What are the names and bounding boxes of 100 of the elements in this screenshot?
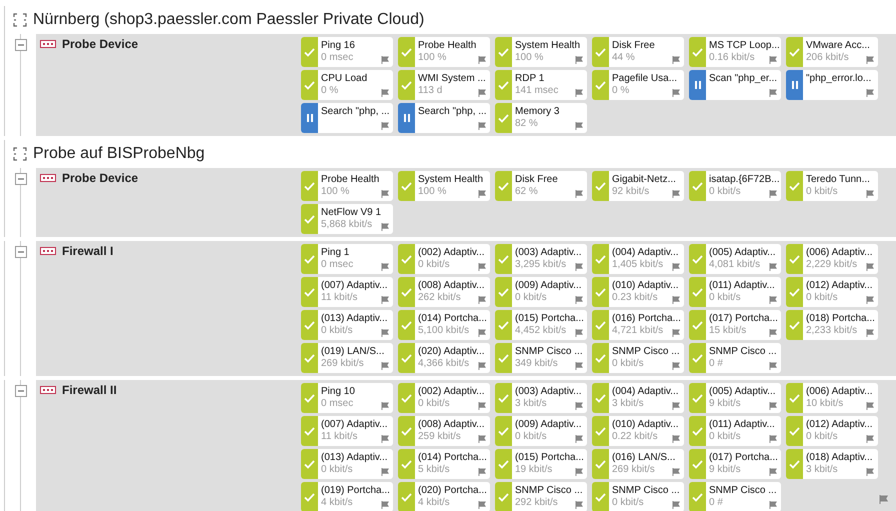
flag-icon[interactable] [575,468,584,476]
flag-icon[interactable] [575,56,584,64]
sensor-tile[interactable]: (006) Adaptiv... 10 kbit/s [786,383,878,413]
sensor-tile[interactable]: (018) Portcha... 2,233 kbit/s [786,310,878,340]
sensor-tile[interactable]: (007) Adaptiv... 11 kbit/s [301,416,393,446]
flag-icon[interactable] [381,56,390,64]
sensor-tile[interactable]: System Health 100 % [398,171,490,201]
sensor-tile[interactable]: (013) Adaptiv... 0 kbit/s [301,310,393,340]
sensor-tile[interactable]: Gigabit-Netz... 92 kbit/s [592,171,684,201]
sensor-tile[interactable]: (002) Adaptiv... 0 kbit/s [398,383,490,413]
sensor-tile[interactable]: (006) Adaptiv... 2,229 kbit/s [786,244,878,274]
flag-icon[interactable] [866,468,875,476]
sensor-tile[interactable]: Ping 1 0 msec [301,244,393,274]
sensor-tile[interactable]: SNMP Cisco ... 0 kbit/s [592,343,684,373]
flag-icon[interactable] [769,362,778,370]
flag-icon[interactable] [672,296,681,304]
sensor-tile[interactable]: SNMP Cisco ... 0 kbit/s [592,482,684,511]
flag-icon[interactable] [866,296,875,304]
sensor-tile[interactable]: System Health 100 % [495,37,587,67]
sensor-tile[interactable]: Ping 16 0 msec [301,37,393,67]
flag-icon[interactable] [866,56,875,64]
flag-icon[interactable] [478,501,487,509]
sensor-tile[interactable]: RDP 1 141 msec [495,70,587,100]
sensor-tile[interactable]: (011) Adaptiv... 0 kbit/s [689,277,781,307]
sensor-tile[interactable]: (016) Portcha... 4,721 kbit/s [592,310,684,340]
flag-icon[interactable] [672,263,681,271]
collapse-icon[interactable] [14,39,26,51]
sensor-tile[interactable]: VMware Acc... 206 kbit/s [786,37,878,67]
flag-icon[interactable] [478,468,487,476]
flag-icon[interactable] [866,435,875,443]
flag-icon[interactable] [381,501,390,509]
flag-icon[interactable] [672,362,681,370]
sensor-tile[interactable]: (007) Adaptiv... 11 kbit/s [301,277,393,307]
flag-icon[interactable] [478,122,487,130]
flag-icon[interactable] [672,435,681,443]
flag-icon[interactable] [381,122,390,130]
sensor-tile[interactable]: (010) Adaptiv... 0.23 kbit/s [592,277,684,307]
flag-icon[interactable] [672,402,681,410]
device-name[interactable]: Firewall II [62,383,117,397]
sensor-tile[interactable]: SNMP Cisco ... 0 # [689,343,781,373]
flag-icon[interactable] [672,329,681,337]
flag-icon[interactable] [575,501,584,509]
sensor-tile[interactable]: (016) LAN/S... 269 kbit/s [592,449,684,479]
sensor-tile[interactable]: SNMP Cisco ... 292 kbit/s [495,482,587,511]
flag-icon[interactable] [478,89,487,97]
flag-icon[interactable] [381,402,390,410]
flag-icon[interactable] [769,56,778,64]
flag-icon[interactable] [575,435,584,443]
sensor-tile[interactable]: (003) Adaptiv... 3,295 kbit/s [495,244,587,274]
sensor-tile[interactable]: (002) Adaptiv... 0 kbit/s [398,244,490,274]
sensor-tile[interactable]: "php_error.lo... [786,70,878,100]
sensor-tile[interactable]: Probe Health 100 % [398,37,490,67]
flag-icon[interactable] [866,402,875,410]
flag-icon[interactable] [769,402,778,410]
sensor-tile[interactable]: (015) Portcha... 4,452 kbit/s [495,310,587,340]
device-name[interactable]: Firewall I [62,244,114,258]
sensor-tile[interactable]: SNMP Cisco ... 349 kbit/s [495,343,587,373]
flag-icon[interactable] [769,468,778,476]
sensor-tile[interactable]: Pagefile Usa... 0 % [592,70,684,100]
flag-icon[interactable] [769,89,778,97]
sensor-tile[interactable]: WMI System ... 113 d [398,70,490,100]
flag-icon[interactable] [866,89,875,97]
sensor-tile[interactable]: SNMP Cisco ... 0 # [689,482,781,511]
sensor-tile[interactable]: Search "php, ... [398,103,490,133]
sensor-tile[interactable]: Disk Free 62 % [495,171,587,201]
flag-icon[interactable] [769,190,778,198]
flag-icon[interactable] [478,190,487,198]
flag-icon[interactable] [866,263,875,271]
device-name[interactable]: Probe Device [62,37,138,51]
sensor-tile[interactable]: (008) Adaptiv... 259 kbit/s [398,416,490,446]
sensor-tile[interactable]: Scan "php_er... [689,70,781,100]
flag-icon[interactable] [769,329,778,337]
sensor-tile[interactable]: (017) Portcha... 15 kbit/s [689,310,781,340]
flag-icon[interactable] [575,362,584,370]
flag-icon[interactable] [478,329,487,337]
sensor-tile[interactable]: (005) Adaptiv... 4,081 kbit/s [689,244,781,274]
flag-icon[interactable] [478,56,487,64]
sensor-tile[interactable]: (019) Portcha... 4 kbit/s [301,482,393,511]
sensor-tile[interactable]: (011) Adaptiv... 0 kbit/s [689,416,781,446]
flag-icon[interactable] [769,435,778,443]
flag-icon[interactable] [381,329,390,337]
flag-icon[interactable] [769,263,778,271]
flag-icon[interactable] [866,329,875,337]
flag-icon[interactable] [769,296,778,304]
sensor-tile[interactable]: (012) Adaptiv... 0 kbit/s [786,277,878,307]
sensor-tile[interactable]: (005) Adaptiv... 9 kbit/s [689,383,781,413]
sensor-tile[interactable]: (020) Adaptiv... 4,366 kbit/s [398,343,490,373]
sensor-tile[interactable]: isatap.{6F72B... 0 kbit/s [689,171,781,201]
flag-icon[interactable] [381,263,390,271]
flag-icon[interactable] [672,190,681,198]
flag-icon[interactable] [381,89,390,97]
sensor-tile[interactable]: (014) Portcha... 5,100 kbit/s [398,310,490,340]
flag-icon[interactable] [478,435,487,443]
sensor-tile[interactable]: Search "php, ... [301,103,393,133]
flag-icon[interactable] [575,329,584,337]
sensor-tile[interactable]: (009) Adaptiv... 0 kbit/s [495,277,587,307]
sensor-tile[interactable]: MS TCP Loop... 0.16 kbit/s [689,37,781,67]
sensor-tile[interactable]: (004) Adaptiv... 1,405 kbit/s [592,244,684,274]
collapse-icon[interactable] [14,173,26,185]
flag-icon[interactable] [575,122,584,130]
